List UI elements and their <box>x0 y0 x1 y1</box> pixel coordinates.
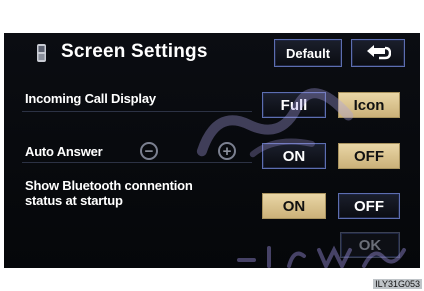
watermark-number <box>234 238 420 269</box>
screen-settings-panel: Screen Settings Default Incoming Call Di… <box>4 33 420 269</box>
image-code: ILY31G053 <box>373 279 422 289</box>
bluetooth-on-button[interactable]: ON <box>262 193 326 219</box>
auto-answer-label: Auto Answer <box>25 144 103 159</box>
row-divider <box>22 111 252 112</box>
page-title: Screen Settings <box>61 41 208 62</box>
minus-icon[interactable]: − <box>140 142 158 160</box>
phone-icon <box>37 44 46 62</box>
plus-icon[interactable]: + <box>218 142 236 160</box>
incoming-call-icon-button[interactable]: Icon <box>338 92 400 118</box>
watermark-digits <box>237 245 406 269</box>
bottom-margin <box>0 268 424 291</box>
bluetooth-status-label-line2: status at startup <box>25 193 123 208</box>
row-divider <box>22 162 252 163</box>
incoming-call-full-button[interactable]: Full <box>262 92 326 118</box>
bluetooth-off-button[interactable]: OFF <box>338 193 400 219</box>
back-button[interactable] <box>351 39 405 67</box>
auto-answer-on-button[interactable]: ON <box>262 143 326 169</box>
auto-answer-off-button[interactable]: OFF <box>338 143 400 169</box>
incoming-call-display-label: Incoming Call Display <box>25 91 156 106</box>
default-button[interactable]: Default <box>274 39 342 67</box>
return-arrow-icon <box>367 45 391 60</box>
bluetooth-status-label-line1: Show Bluetooth connention <box>25 178 193 193</box>
